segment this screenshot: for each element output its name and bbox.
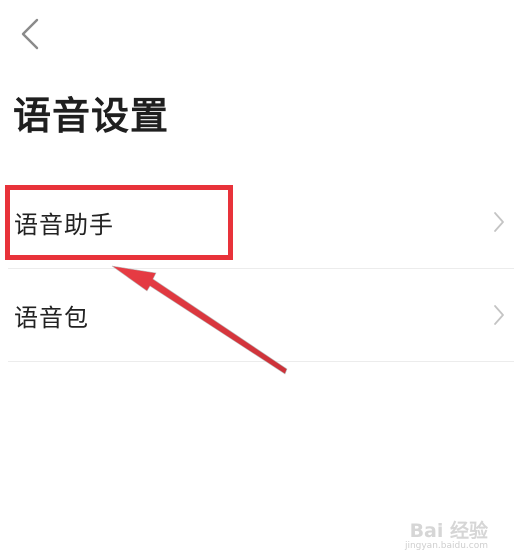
settings-item-voice-pack[interactable]: 语音包	[0, 269, 514, 361]
watermark-logo: Bai 经验	[409, 520, 488, 542]
back-button[interactable]	[10, 14, 50, 54]
settings-list: 语音助手 语音包	[0, 176, 514, 362]
settings-item-voice-assistant[interactable]: 语音助手	[0, 176, 514, 268]
chevron-right-icon	[494, 305, 504, 325]
settings-item-label: 语音助手	[14, 210, 114, 239]
voice-settings-screen: 语音设置 语音助手 语音包 Bai 经验 jingyan.baidu.com	[0, 0, 514, 555]
chevron-right-icon	[494, 212, 504, 232]
watermark-url: jingyan.baidu.com	[404, 541, 488, 551]
page-title: 语音设置	[13, 94, 170, 138]
watermark: Bai 经验 jingyan.baidu.com	[405, 516, 488, 551]
divider	[8, 361, 514, 362]
settings-item-label: 语音包	[14, 303, 89, 332]
chevron-left-icon	[21, 18, 39, 50]
